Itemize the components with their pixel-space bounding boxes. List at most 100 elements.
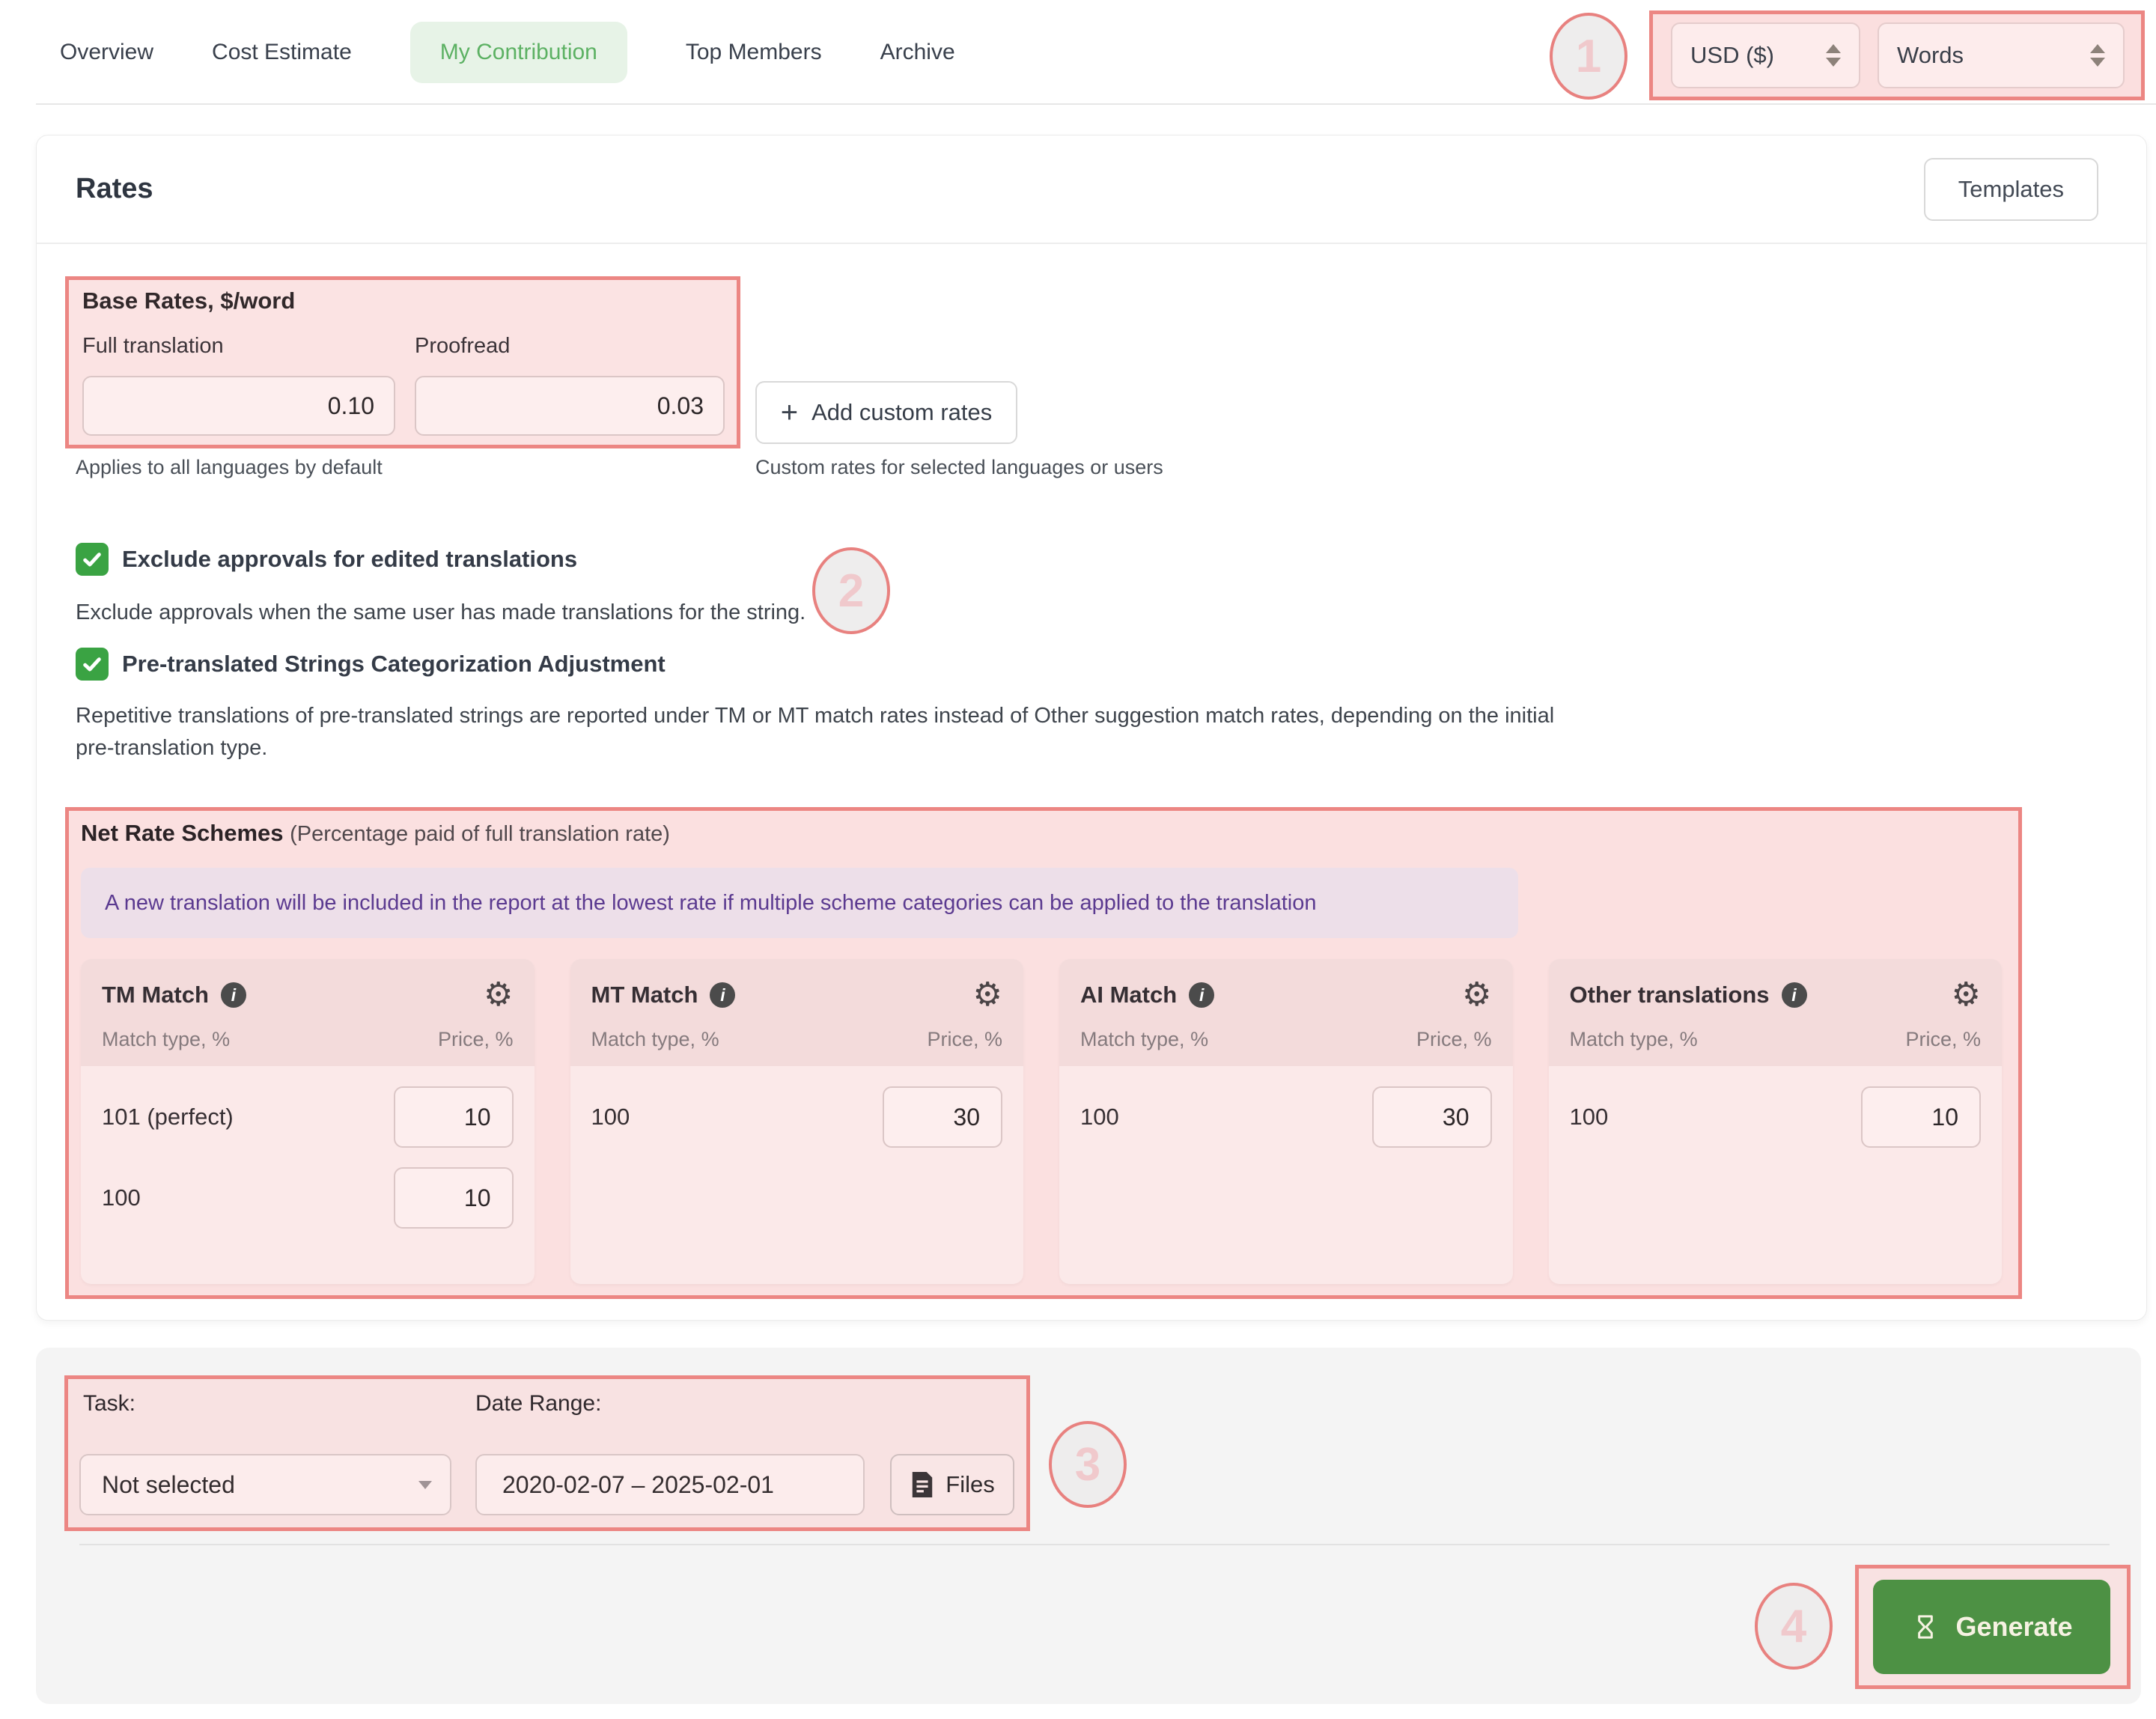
option-pretranslated-adjustment: Pre-translated Strings Categorization Ad… xyxy=(76,648,666,681)
info-icon[interactable]: i xyxy=(221,982,246,1008)
match-type-label: 100 xyxy=(1570,1104,1609,1131)
gear-icon[interactable]: ⚙ xyxy=(1462,979,1491,1011)
ai-match-title: AI Match xyxy=(1080,982,1177,1008)
match-type-column-header: Match type, % xyxy=(1570,1028,1698,1051)
hourglass-icon xyxy=(1910,1612,1940,1642)
option-exclude-approvals: Exclude approvals for edited translation… xyxy=(76,543,577,576)
scheme-card-mt-match: MT Match i ⚙ Match type, % Price, % 100 xyxy=(570,959,1024,1284)
custom-rates-helper-text: Custom rates for selected languages or u… xyxy=(755,456,1163,479)
add-custom-rates-button[interactable]: + Add custom rates xyxy=(755,381,1017,444)
date-range-label: Date Range: xyxy=(475,1391,601,1417)
match-type-label: 100 xyxy=(591,1104,630,1131)
templates-button-label: Templates xyxy=(1958,176,2064,203)
mt-match-title: MT Match xyxy=(591,982,698,1008)
updown-arrows-icon xyxy=(2090,44,2105,67)
currency-select[interactable]: USD ($) xyxy=(1671,22,1860,88)
gear-icon[interactable]: ⚙ xyxy=(973,979,1002,1011)
other-100-price-input[interactable] xyxy=(1861,1086,1981,1148)
lowest-rate-note: A new translation will be included in th… xyxy=(81,868,1518,938)
price-column-header: Price, % xyxy=(1905,1028,1981,1051)
info-icon[interactable]: i xyxy=(710,982,735,1008)
chevron-down-icon xyxy=(418,1481,432,1489)
info-icon[interactable]: i xyxy=(1189,982,1214,1008)
pretranslated-adjustment-checkbox[interactable] xyxy=(76,648,109,681)
match-type-column-header: Match type, % xyxy=(102,1028,230,1051)
scheme-card-ai-match: AI Match i ⚙ Match type, % Price, % 100 xyxy=(1059,959,1513,1284)
price-column-header: Price, % xyxy=(927,1028,1002,1051)
price-column-header: Price, % xyxy=(1416,1028,1492,1051)
gear-icon[interactable]: ⚙ xyxy=(484,979,513,1011)
files-button-label: Files xyxy=(945,1471,994,1498)
exclude-approvals-checkbox[interactable] xyxy=(76,543,109,576)
annotation-step-2: 2 xyxy=(812,547,890,634)
exclude-approvals-label: Exclude approvals for edited translation… xyxy=(122,546,577,573)
annotation-highlight-net-rate-schemes: Net Rate Schemes (Percentage paid of ful… xyxy=(65,807,2022,1299)
unit-select[interactable]: Words xyxy=(1878,22,2125,88)
tab-archive[interactable]: Archive xyxy=(880,40,955,65)
annotation-step-1: 1 xyxy=(1550,13,1627,100)
match-type-label: 101 (perfect) xyxy=(102,1104,234,1131)
templates-button[interactable]: Templates xyxy=(1924,158,2098,221)
scheme-card-header: AI Match i ⚙ Match type, % Price, % xyxy=(1059,959,1513,1066)
report-generation-panel: Task: Date Range: Not selected 2020-02-0… xyxy=(36,1348,2141,1704)
scheme-card-header: Other translations i ⚙ Match type, % Pri… xyxy=(1549,959,2003,1066)
add-custom-rates-label: Add custom rates xyxy=(811,399,992,426)
file-icon xyxy=(910,1470,935,1499)
tab-cost-estimate[interactable]: Cost Estimate xyxy=(212,40,352,65)
scheme-row: 100 xyxy=(591,1086,1003,1148)
scheme-card-header: MT Match i ⚙ Match type, % Price, % xyxy=(570,959,1024,1066)
ai-100-price-input[interactable] xyxy=(1372,1086,1492,1148)
generate-button-label: Generate xyxy=(1955,1611,2072,1643)
tab-overview[interactable]: Overview xyxy=(60,40,153,65)
base-rates-helper-text: Applies to all languages by default xyxy=(76,456,383,479)
match-type-column-header: Match type, % xyxy=(591,1028,719,1051)
other-translations-title: Other translations xyxy=(1570,982,1770,1008)
updown-arrows-icon xyxy=(1826,44,1841,67)
generate-button[interactable]: Generate xyxy=(1873,1580,2110,1674)
scheme-row: 100 xyxy=(1080,1086,1492,1148)
date-range-input[interactable]: 2020-02-07 – 2025-02-01 xyxy=(475,1454,865,1515)
currency-select-value: USD ($) xyxy=(1690,42,1774,69)
task-select[interactable]: Not selected xyxy=(79,1454,451,1515)
match-type-label: 100 xyxy=(102,1184,141,1211)
date-range-value: 2020-02-07 – 2025-02-01 xyxy=(502,1471,774,1499)
plus-icon: + xyxy=(781,398,798,428)
tab-top-members[interactable]: Top Members xyxy=(686,40,822,65)
proofread-rate-input[interactable] xyxy=(415,376,725,436)
tm-101-price-input[interactable] xyxy=(394,1086,514,1148)
full-translation-label: Full translation xyxy=(82,334,224,359)
annotation-highlight-task-daterange: Task: Date Range: Not selected 2020-02-0… xyxy=(64,1375,1030,1531)
check-icon xyxy=(81,548,103,571)
annotation-step-4: 4 xyxy=(1755,1583,1833,1670)
scheme-row: 100 xyxy=(102,1166,514,1229)
full-translation-rate-input[interactable] xyxy=(82,376,395,436)
task-select-value: Not selected xyxy=(102,1471,235,1499)
tm-100-price-input[interactable] xyxy=(394,1167,514,1229)
scheme-card-other-translations: Other translations i ⚙ Match type, % Pri… xyxy=(1549,959,2003,1284)
scheme-row: 101 (perfect) xyxy=(102,1086,514,1148)
base-rates-title: Base Rates, $/word xyxy=(82,287,295,314)
page-title: Rates xyxy=(76,173,153,205)
scheme-card-tm-match: TM Match i ⚙ Match type, % Price, % 101 … xyxy=(81,959,535,1284)
files-button[interactable]: Files xyxy=(890,1454,1014,1515)
nav-divider xyxy=(36,103,2156,105)
rates-card-header: Rates Templates xyxy=(37,136,2146,244)
gear-icon[interactable]: ⚙ xyxy=(1952,979,1981,1011)
footer-divider xyxy=(79,1544,2110,1545)
match-type-column-header: Match type, % xyxy=(1080,1028,1208,1051)
rates-card: Rates Templates Base Rates, $/word Full … xyxy=(36,135,2147,1321)
scheme-cards-grid: TM Match i ⚙ Match type, % Price, % 101 … xyxy=(81,959,2002,1284)
scheme-card-body: 100 xyxy=(1059,1066,1513,1186)
annotation-highlight-controls: USD ($) Words xyxy=(1649,10,2145,100)
tab-my-contribution[interactable]: My Contribution xyxy=(410,22,627,83)
unit-select-value: Words xyxy=(1897,42,1964,69)
scheme-card-header: TM Match i ⚙ Match type, % Price, % xyxy=(81,959,535,1066)
net-rate-schemes-subtitle: (Percentage paid of full translation rat… xyxy=(290,822,670,846)
mt-100-price-input[interactable] xyxy=(883,1086,1002,1148)
net-rate-schemes-title-text: Net Rate Schemes xyxy=(81,820,284,846)
info-icon[interactable]: i xyxy=(1782,982,1807,1008)
pretranslated-adjustment-label: Pre-translated Strings Categorization Ad… xyxy=(122,651,666,678)
proofread-label: Proofread xyxy=(415,334,510,359)
scheme-card-body: 101 (perfect) 100 xyxy=(81,1066,535,1267)
price-column-header: Price, % xyxy=(438,1028,514,1051)
